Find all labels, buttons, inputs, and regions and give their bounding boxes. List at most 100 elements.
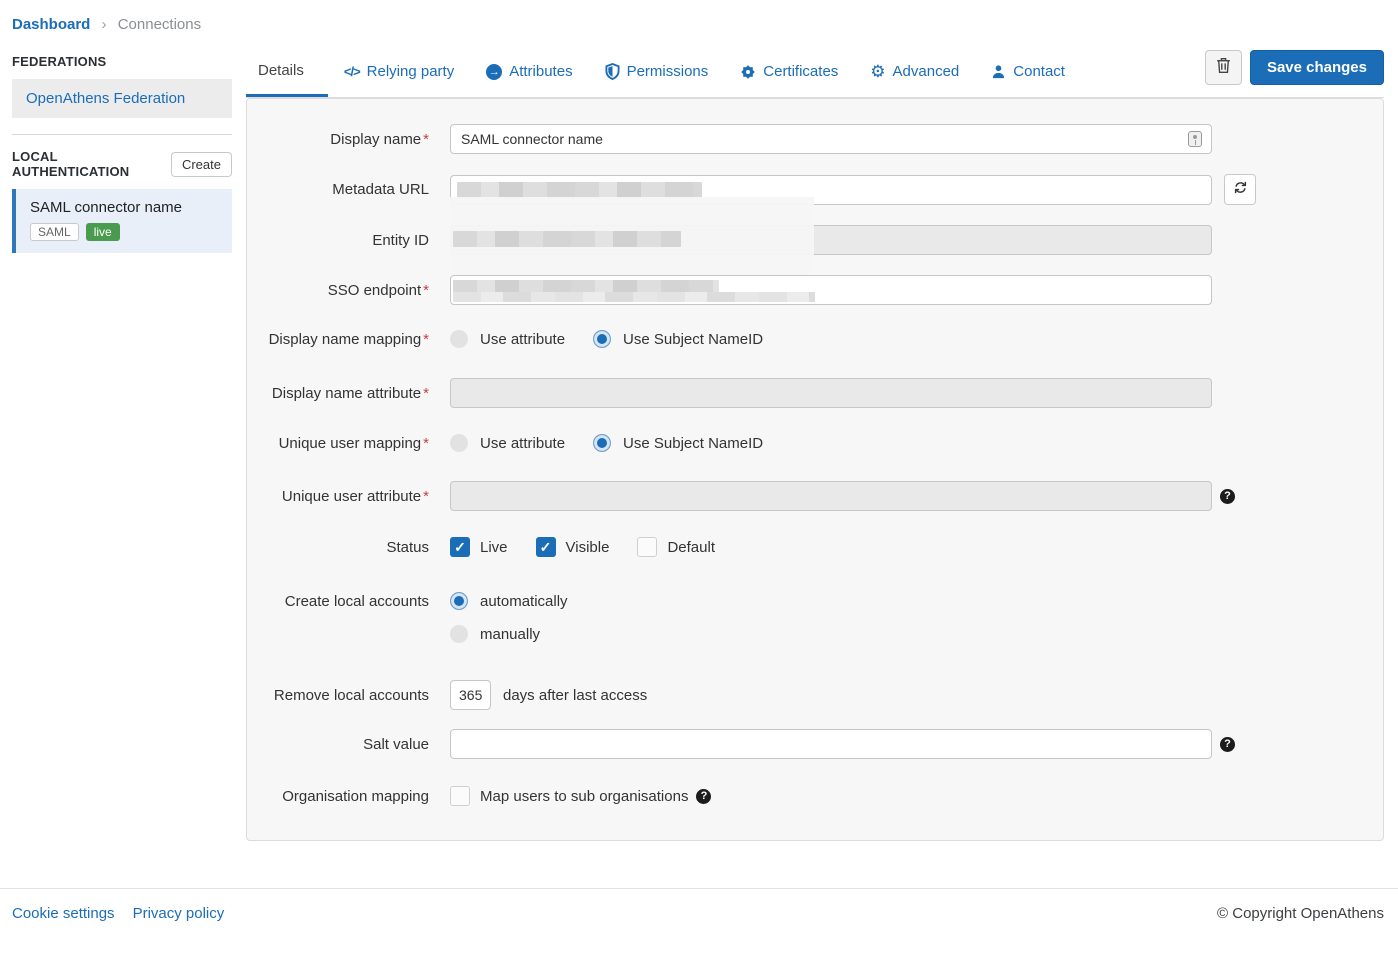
- unique-user-mapping-row: Unique user mapping* Use attribute Use S…: [247, 434, 1383, 452]
- display-name-label: Display name*: [247, 131, 429, 148]
- organisation-mapping-row: Organisation mapping Map users to sub or…: [247, 786, 1383, 806]
- metadata-url-label: Metadata URL: [247, 181, 429, 198]
- unique-user-mapping-label: Unique user mapping*: [247, 435, 429, 452]
- display-name-use-attribute-radio[interactable]: [450, 330, 468, 348]
- manually-option-label[interactable]: manually: [480, 626, 540, 643]
- shield-icon: [605, 63, 620, 80]
- tab-contact[interactable]: Contact: [975, 46, 1081, 97]
- map-sub-organisations-checkbox[interactable]: [450, 786, 470, 806]
- arrow-circle-right-icon: →: [486, 64, 502, 80]
- use-subject-nameid-option-label[interactable]: Use Subject NameID: [623, 331, 763, 348]
- required-marker: *: [423, 131, 429, 148]
- refresh-metadata-button[interactable]: [1224, 174, 1256, 205]
- create-local-accounts-row-2: manually: [247, 625, 1383, 643]
- salt-value-input[interactable]: [450, 729, 1212, 759]
- display-name-mapping-row: Display name mapping* Use attribute Use …: [247, 330, 1383, 348]
- tab-contact-label: Contact: [1013, 63, 1065, 80]
- display-name-use-subject-nameid-radio[interactable]: [593, 330, 611, 348]
- sidebar-item-openathens-federation[interactable]: OpenAthens Federation: [12, 79, 232, 118]
- help-icon[interactable]: ?: [1220, 737, 1235, 752]
- entity-id-row: Entity ID: [247, 225, 1383, 255]
- connector-name: SAML connector name: [30, 199, 220, 216]
- unique-user-use-subject-nameid-radio[interactable]: [593, 434, 611, 452]
- tab-relying-party[interactable]: </> Relying party: [328, 46, 470, 97]
- remove-accounts-suffix: days after last access: [503, 687, 647, 704]
- required-marker: *: [423, 385, 429, 402]
- trash-icon: [1216, 57, 1231, 79]
- organisation-mapping-label: Organisation mapping: [247, 788, 429, 805]
- cookie-settings-link[interactable]: Cookie settings: [12, 905, 115, 922]
- display-name-row: Display name*: [247, 124, 1383, 154]
- metadata-url-row: Metadata URL: [247, 174, 1383, 205]
- visible-checkbox[interactable]: ✓: [536, 537, 556, 557]
- create-connection-button[interactable]: Create: [171, 152, 232, 177]
- tab-bar: Details </> Relying party → Attributes P…: [246, 46, 1384, 98]
- unique-user-attribute-row: Unique user attribute* ?: [247, 481, 1383, 511]
- breadcrumb-dashboard-link[interactable]: Dashboard: [12, 16, 90, 33]
- live-status-badge: live: [86, 223, 120, 241]
- tab-certificates[interactable]: Certificates: [724, 46, 854, 97]
- redacted-value: [453, 292, 815, 302]
- federations-heading: FEDERATIONS: [12, 54, 232, 69]
- tab-advanced[interactable]: ⚙ Advanced: [854, 46, 975, 97]
- privacy-policy-link[interactable]: Privacy policy: [133, 905, 225, 922]
- default-checkbox[interactable]: [637, 537, 657, 557]
- display-name-attribute-row: Display name attribute*: [247, 378, 1383, 408]
- display-name-attribute-input: [450, 378, 1212, 408]
- remove-accounts-days-input[interactable]: [450, 680, 491, 710]
- default-checkbox-label[interactable]: Default: [667, 539, 715, 556]
- unique-user-use-attribute-radio[interactable]: [450, 434, 468, 452]
- use-attribute-option-label[interactable]: Use attribute: [480, 435, 565, 452]
- breadcrumb-separator: ›: [102, 16, 107, 33]
- create-accounts-manually-radio[interactable]: [450, 625, 468, 643]
- salt-value-label: Salt value: [247, 736, 429, 753]
- tab-advanced-label: Advanced: [893, 63, 960, 80]
- certificate-icon: [740, 64, 756, 80]
- tab-certificates-label: Certificates: [763, 63, 838, 80]
- password-manager-icon[interactable]: [1188, 131, 1202, 147]
- display-name-input[interactable]: [450, 124, 1212, 154]
- delete-button[interactable]: [1205, 50, 1242, 85]
- required-marker: *: [423, 488, 429, 505]
- remove-local-accounts-row: Remove local accounts days after last ac…: [247, 680, 1383, 710]
- use-subject-nameid-option-label[interactable]: Use Subject NameID: [623, 435, 763, 452]
- sidebar: FEDERATIONS OpenAthens Federation LOCAL …: [12, 46, 232, 253]
- tab-details[interactable]: Details: [246, 46, 328, 97]
- breadcrumb-current: Connections: [118, 16, 201, 33]
- unique-user-attribute-input: [450, 481, 1212, 511]
- display-name-attribute-label: Display name attribute*: [247, 385, 429, 402]
- required-marker: *: [423, 435, 429, 452]
- main-content: Details </> Relying party → Attributes P…: [246, 46, 1384, 841]
- sidebar-item-saml-connector[interactable]: SAML connector name SAML live: [12, 189, 232, 253]
- save-changes-button[interactable]: Save changes: [1250, 50, 1384, 85]
- remove-local-accounts-label: Remove local accounts: [247, 687, 429, 704]
- redacted-value: [453, 280, 719, 292]
- local-authentication-heading: LOCAL AUTHENTICATION: [12, 149, 171, 179]
- redacted-value: [457, 182, 702, 198]
- page-footer: Cookie settings Privacy policy © Copyrig…: [0, 888, 1398, 938]
- help-icon[interactable]: ?: [1220, 489, 1235, 504]
- sso-endpoint-label: SSO endpoint*: [247, 282, 429, 299]
- create-accounts-automatically-radio[interactable]: [450, 592, 468, 610]
- breadcrumb: Dashboard › Connections: [0, 0, 1398, 46]
- live-checkbox-label[interactable]: Live: [480, 539, 508, 556]
- status-label: Status: [247, 539, 429, 556]
- visible-checkbox-label[interactable]: Visible: [566, 539, 610, 556]
- use-attribute-option-label[interactable]: Use attribute: [480, 331, 565, 348]
- redacted-value: [453, 231, 681, 247]
- tab-attributes[interactable]: → Attributes: [470, 46, 588, 97]
- tab-permissions[interactable]: Permissions: [589, 46, 725, 97]
- tab-details-label: Details: [258, 62, 304, 79]
- refresh-icon: [1233, 180, 1248, 200]
- sso-endpoint-row: SSO endpoint*: [247, 275, 1383, 305]
- tab-permissions-label: Permissions: [627, 63, 709, 80]
- unique-user-attribute-label: Unique user attribute*: [247, 488, 429, 505]
- required-marker: *: [423, 331, 429, 348]
- automatically-option-label[interactable]: automatically: [480, 593, 568, 610]
- live-checkbox[interactable]: ✓: [450, 537, 470, 557]
- help-icon[interactable]: ?: [696, 789, 711, 804]
- entity-id-label: Entity ID: [247, 232, 429, 249]
- map-sub-organisations-label[interactable]: Map users to sub organisations: [480, 788, 688, 805]
- required-marker: *: [423, 282, 429, 299]
- create-local-accounts-label: Create local accounts: [247, 593, 429, 610]
